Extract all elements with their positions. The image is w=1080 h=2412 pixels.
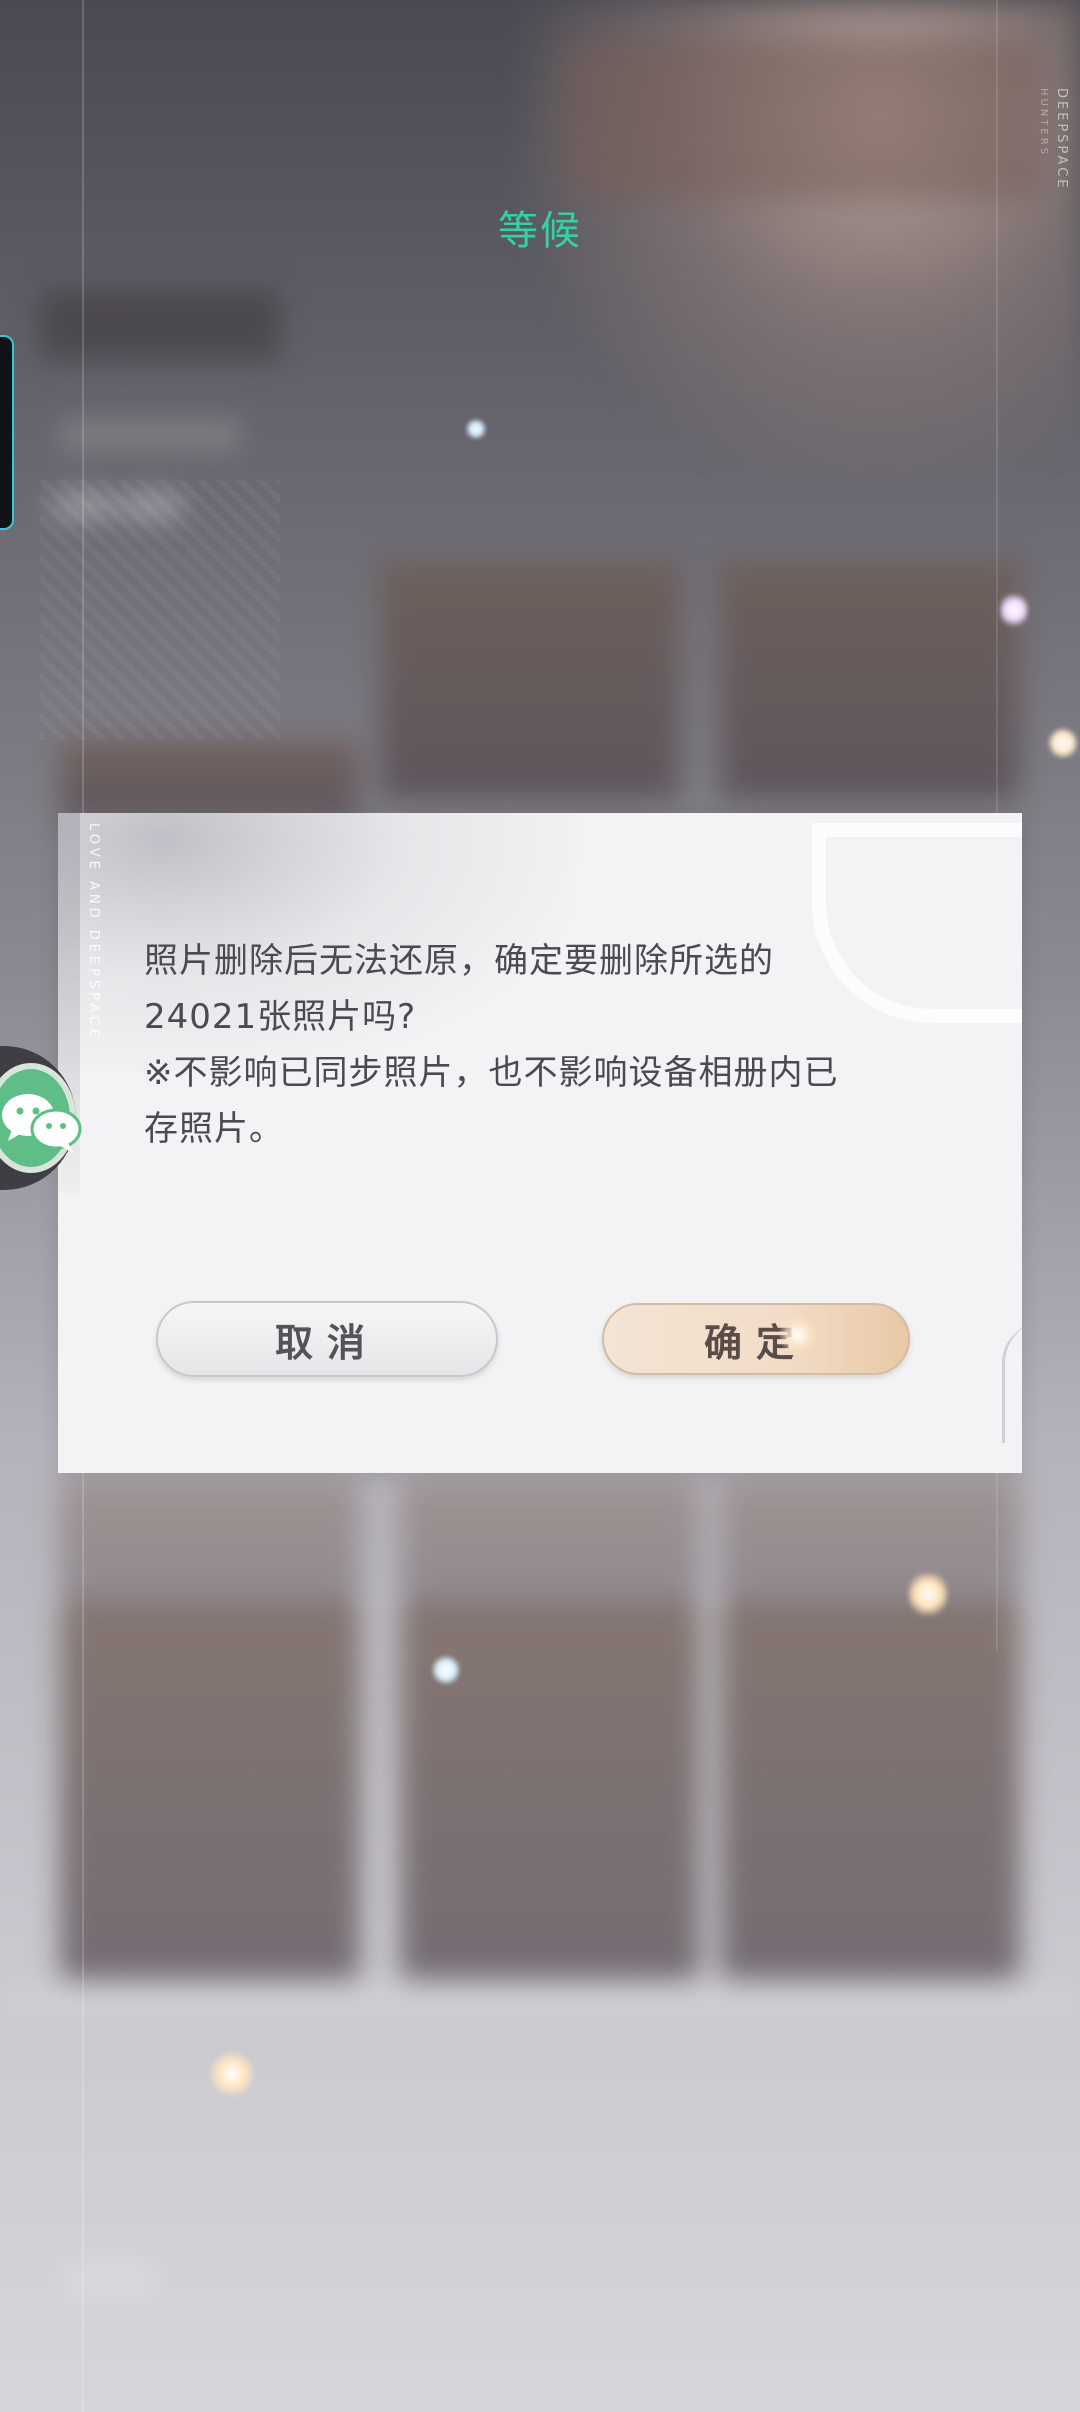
side-panel-tab[interactable] — [0, 335, 14, 530]
cancel-button[interactable]: 取消 — [156, 1301, 498, 1377]
dialog-decoration-arc — [1002, 1323, 1022, 1443]
sparkle-icon — [210, 2048, 254, 2100]
page-title: 等候 — [498, 208, 582, 254]
cancel-button-label: 取消 — [274, 1319, 379, 1365]
decorative-hatch-panel — [40, 480, 280, 740]
sparkle-icon — [466, 418, 486, 440]
dialog-message-main: 照片删除后无法还原，确定要删除所选的 24021张照片吗? — [144, 941, 774, 1037]
confirm-delete-dialog: LOVE AND DEEPSPACE 照片删除后无法还原，确定要删除所选的 24… — [58, 813, 1022, 1473]
confirm-button[interactable]: 确定 — [602, 1303, 910, 1375]
sparkle-icon — [778, 1315, 818, 1355]
sparkle-icon — [1048, 726, 1078, 760]
dialog-vertical-text: LOVE AND DEEPSPACE — [86, 823, 101, 1042]
sparkle-icon — [432, 1654, 460, 1686]
dialog-message-note: ※不影响已同步照片，也不影响设备相册内已 存照片。 — [144, 1053, 839, 1149]
dialog-message: 照片删除后无法还原，确定要删除所选的 24021张照片吗? ※不影响已同步照片，… — [144, 933, 944, 1157]
sparkle-icon — [908, 1568, 948, 1620]
sparkle-icon — [1000, 590, 1028, 630]
wechat-icon — [0, 1063, 82, 1173]
brand-vertical-text: DEEPSPACE HUNTERS — [1038, 88, 1069, 191]
